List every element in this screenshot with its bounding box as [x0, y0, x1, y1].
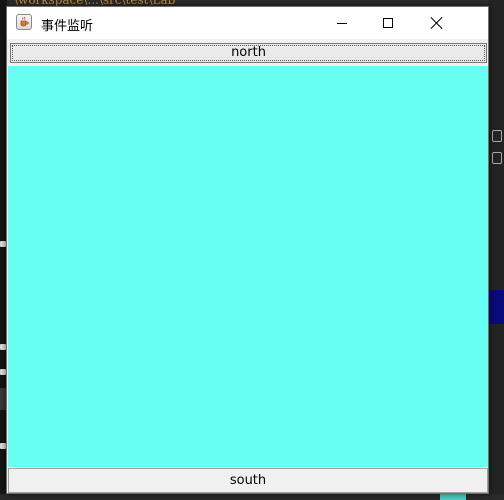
- desktop-background: \workspace\...\src\test\Lab 事件监听: [0, 0, 504, 500]
- background-bottom-strip: [0, 494, 504, 500]
- north-button[interactable]: north: [10, 43, 487, 63]
- south-button[interactable]: south: [8, 468, 488, 493]
- maximize-icon: [383, 18, 393, 28]
- background-teal-mark: [440, 494, 466, 500]
- background-toolbar-icon: [492, 152, 502, 164]
- app-window: 事件监听 north south: [6, 6, 489, 494]
- background-selection-block: [488, 290, 504, 324]
- close-button[interactable]: [411, 7, 463, 39]
- title-bar[interactable]: 事件监听: [7, 7, 488, 39]
- close-icon: [430, 16, 444, 30]
- background-toolbar-icon: [492, 130, 502, 142]
- minimize-button[interactable]: [319, 7, 365, 39]
- center-panel[interactable]: [8, 66, 488, 467]
- minimize-icon: [337, 22, 347, 24]
- java-cup-icon[interactable]: [16, 14, 32, 30]
- content-pane: north south: [7, 39, 488, 493]
- window-title: 事件监听: [41, 19, 94, 34]
- background-right-toolbar: [488, 0, 504, 500]
- maximize-button[interactable]: [365, 7, 411, 39]
